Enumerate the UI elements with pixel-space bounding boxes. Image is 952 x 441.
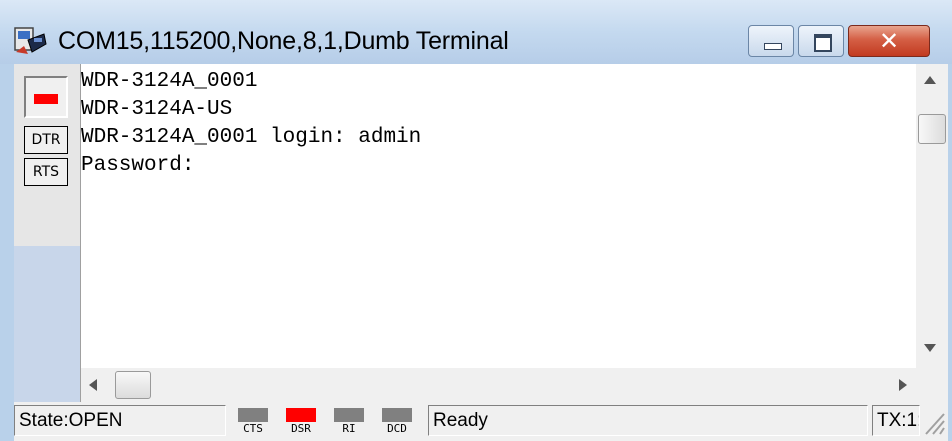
minimize-button[interactable] (748, 25, 794, 57)
dtr-button[interactable]: DTR (24, 126, 68, 154)
rts-button[interactable]: RTS (24, 158, 68, 186)
resize-grip-icon[interactable] (920, 408, 946, 436)
ri-indicator: RI (332, 406, 366, 436)
cts-led-icon (238, 408, 268, 422)
maximize-icon (814, 34, 832, 52)
dsr-indicator: DSR (284, 406, 318, 436)
connection-led[interactable] (24, 76, 68, 118)
minimize-icon (764, 43, 782, 50)
horizontal-scroll-thumb[interactable] (115, 371, 151, 399)
dcd-led-icon (382, 408, 412, 422)
ri-label: RI (342, 422, 356, 435)
maximize-button[interactable] (798, 25, 844, 57)
cts-label: CTS (243, 422, 263, 435)
dsr-led-icon (286, 408, 316, 422)
vertical-scrollbar[interactable] (916, 64, 948, 368)
scroll-right-icon[interactable] (899, 379, 907, 391)
dsr-label: DSR (291, 422, 311, 435)
horizontal-scrollbar[interactable] (81, 368, 916, 402)
vertical-scroll-thumb[interactable] (918, 114, 946, 144)
window-title: COM15,115200,None,8,1,Dumb Terminal (58, 27, 509, 55)
dcd-indicator: DCD (380, 406, 414, 436)
ri-led-icon (334, 408, 364, 422)
cts-indicator: CTS (236, 406, 270, 436)
ready-status: Ready (428, 405, 868, 436)
signal-panel-lower (14, 246, 80, 404)
scroll-down-icon[interactable] (924, 344, 936, 352)
terminal-line: WDR-3124A-US (81, 98, 233, 121)
terminal-output[interactable]: WDR-3124A_0001 WDR-3124A-US WDR-3124A_00… (81, 64, 916, 368)
scroll-left-icon[interactable] (89, 379, 97, 391)
signal-panel: DTR RTS (14, 64, 81, 404)
status-bar: State:OPEN CTS DSR RI DCD Ready TX:1: (14, 402, 948, 441)
terminal-window: COM15,115200,None,8,1,Dumb Terminal ✕ DT… (0, 0, 952, 441)
dcd-label: DCD (387, 422, 407, 435)
led-indicator-icon (34, 94, 58, 104)
close-button[interactable]: ✕ (848, 25, 930, 57)
terminal-line: WDR-3124A_0001 (81, 70, 258, 93)
terminal-line: Password: (81, 154, 195, 177)
scroll-up-icon[interactable] (924, 76, 936, 84)
title-bar[interactable]: COM15,115200,None,8,1,Dumb Terminal ✕ (0, 0, 952, 64)
tx-status: TX:1: (872, 405, 920, 436)
close-icon: ✕ (878, 27, 900, 55)
terminal-line: WDR-3124A_0001 login: admin (81, 126, 422, 149)
scrollbar-corner (916, 368, 948, 402)
state-status: State:OPEN (14, 405, 226, 436)
app-icon (14, 27, 47, 54)
